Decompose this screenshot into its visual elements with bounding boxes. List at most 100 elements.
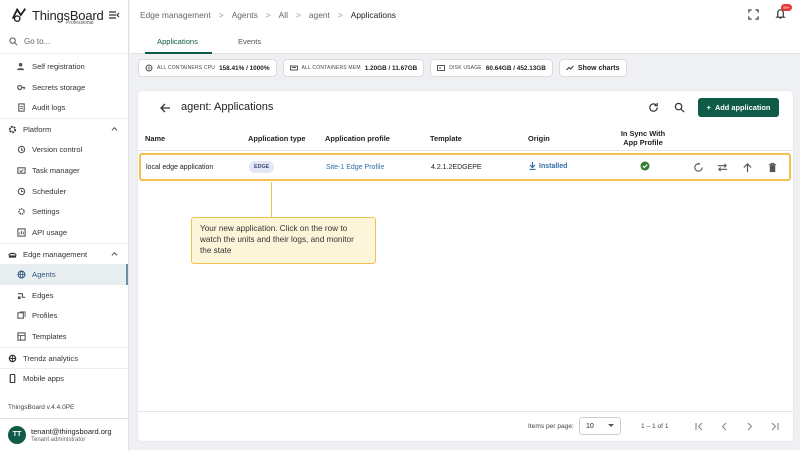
column-in-sync[interactable]: In Sync With App Profile [613,129,673,147]
sidebar-item-agents[interactable]: Agents [0,263,128,285]
memory-icon [289,65,298,71]
disk-icon [437,65,446,71]
topbar: Edge management > Agents > All > agent >… [130,0,800,30]
items-per-page-label: Items per page: [528,423,574,430]
trending-icon [566,65,574,71]
items-per-page-select[interactable]: 10 [579,417,621,435]
dropdown-arrow-icon [608,424,614,427]
sidebar-search[interactable]: Go to... [0,30,128,54]
sidebar-item-templates[interactable]: Templates [0,326,128,347]
thingsboard-logo-icon [11,7,27,22]
sidebar-item-label: Secrets storage [32,82,86,92]
settings-icon [8,125,17,134]
breadcrumb-agent[interactable]: agent [309,10,330,20]
person-add-icon [17,62,26,71]
globe-icon [17,270,26,279]
restart-icon[interactable] [693,162,704,173]
sidebar-item-task-manager[interactable]: Task manager [0,160,128,181]
next-page-icon[interactable] [745,422,754,431]
download-icon [529,162,536,170]
breadcrumb-separator: > [218,10,224,20]
notifications-badge: 99+ [781,4,792,11]
sidebar-item-self-registration[interactable]: Self registration [0,56,128,77]
onboarding-tooltip: Your new application. Click on the row t… [191,217,376,264]
stat-mem-value: 1.20GB / 11.67GB [364,64,418,72]
task-icon [17,166,26,175]
search-icon[interactable] [674,102,685,113]
delete-icon[interactable] [767,162,778,173]
column-name[interactable]: Name [145,134,165,143]
stat-disk: DISK USAGE 60.64GB / 452.13GB [430,59,553,77]
refresh-icon[interactable] [648,102,659,113]
sidebar-item-settings[interactable]: Settings [0,202,128,223]
first-page-icon[interactable] [695,422,704,431]
sidebar-group-trendz-analytics[interactable]: Trendz analytics [0,347,128,368]
sidebar-item-label: Audit logs [32,103,66,113]
search-icon [9,37,18,46]
logo[interactable]: ThingsBoard Professional [0,0,128,30]
show-charts-button[interactable]: Show charts [558,59,627,77]
templates-icon [17,332,26,341]
breadcrumb-all[interactable]: All [279,10,288,20]
column-origin[interactable]: Origin [528,134,550,143]
pagination: Items per page: 10 1 – 1 of 1 [138,411,793,441]
last-page-icon[interactable] [770,422,779,431]
applications-card: agent: Applications + Add application Na… [138,91,793,441]
chevron-up-icon [111,252,118,256]
back-arrow-icon[interactable] [159,102,171,114]
mobile-icon [8,374,17,384]
sidebar-item-label: Profiles [32,311,58,321]
menu-collapse-icon[interactable] [108,9,120,21]
breadcrumb-edge-management[interactable]: Edge management [140,10,211,20]
column-application-type[interactable]: Application type [248,134,306,143]
sidebar-item-label: Platform [23,124,52,134]
pagination-range: 1 – 1 of 1 [641,423,669,430]
breadcrumb-separator: > [295,10,301,20]
column-template[interactable]: Template [430,134,462,143]
breadcrumb-separator: > [265,10,271,20]
column-in-sync-line1: In Sync With [620,129,666,138]
sidebar-item-label: Edges [32,290,54,300]
show-charts-label: Show charts [577,64,620,72]
sidebar-item-api-usage[interactable]: API usage [0,222,128,243]
sidebar-item-label: Templates [32,332,67,342]
sidebar-item-edges[interactable]: Edges [0,285,128,306]
user-profile[interactable]: TT tenant@thingsboard.org Tenant adminis… [0,418,128,450]
logo-subtitle: Professional [66,20,94,26]
breadcrumb-agents[interactable]: Agents [232,10,258,20]
tab-events[interactable]: Events [224,30,287,53]
chart-icon [17,228,26,237]
notifications-button[interactable]: 99+ [775,4,792,21]
stat-cpu-label: ALL CONTAINERS CPU [157,65,216,71]
tooltip-connector [271,182,272,217]
clock-icon [17,187,26,196]
sidebar-item-label: Self registration [32,61,85,71]
sidebar-group-platform[interactable]: Platform [0,118,128,139]
fullscreen-icon[interactable] [748,9,759,20]
cell-template: 4.2.1.2EDGEPE [431,164,482,171]
key-icon [17,83,26,92]
sidebar-item-scheduler[interactable]: Scheduler [0,181,128,202]
upgrade-arrow-icon[interactable] [742,162,753,173]
cell-profile-link[interactable]: Site-1 Edge Profile [326,164,384,171]
sidebar-item-secrets-storage[interactable]: Secrets storage [0,77,128,98]
sidebar-group-mobile-apps[interactable]: Mobile apps [0,367,128,389]
stat-disk-label: DISK USAGE [449,65,482,71]
stat-cpu: ALL CONTAINERS CPU 158.41% / 1000% [138,59,277,77]
tab-applications[interactable]: Applications [145,30,224,54]
stat-cpu-value: 158.41% / 1000% [219,64,270,72]
app-version: ThingsBoard v.4.4.0PE [8,404,75,411]
avatar: TT [8,425,26,444]
sidebar-item-profiles[interactable]: Profiles [0,306,128,327]
table-row[interactable]: local edge application EDGE Site-1 Edge … [139,153,791,181]
plus-icon: + [706,103,711,112]
column-application-profile[interactable]: Application profile [325,134,390,143]
sidebar-item-version-control[interactable]: Version control [0,139,128,160]
add-application-button[interactable]: + Add application [698,98,779,117]
sidebar-item-audit-logs[interactable]: Audit logs [0,98,128,119]
swap-icon[interactable] [717,162,728,173]
cell-origin-label: Installed [539,162,568,170]
sidebar-group-edge-management[interactable]: Edge management [0,243,128,264]
stat-mem: ALL CONTAINERS MEM 1.20GB / 11.67GB [282,59,425,77]
previous-page-icon[interactable] [720,422,729,431]
